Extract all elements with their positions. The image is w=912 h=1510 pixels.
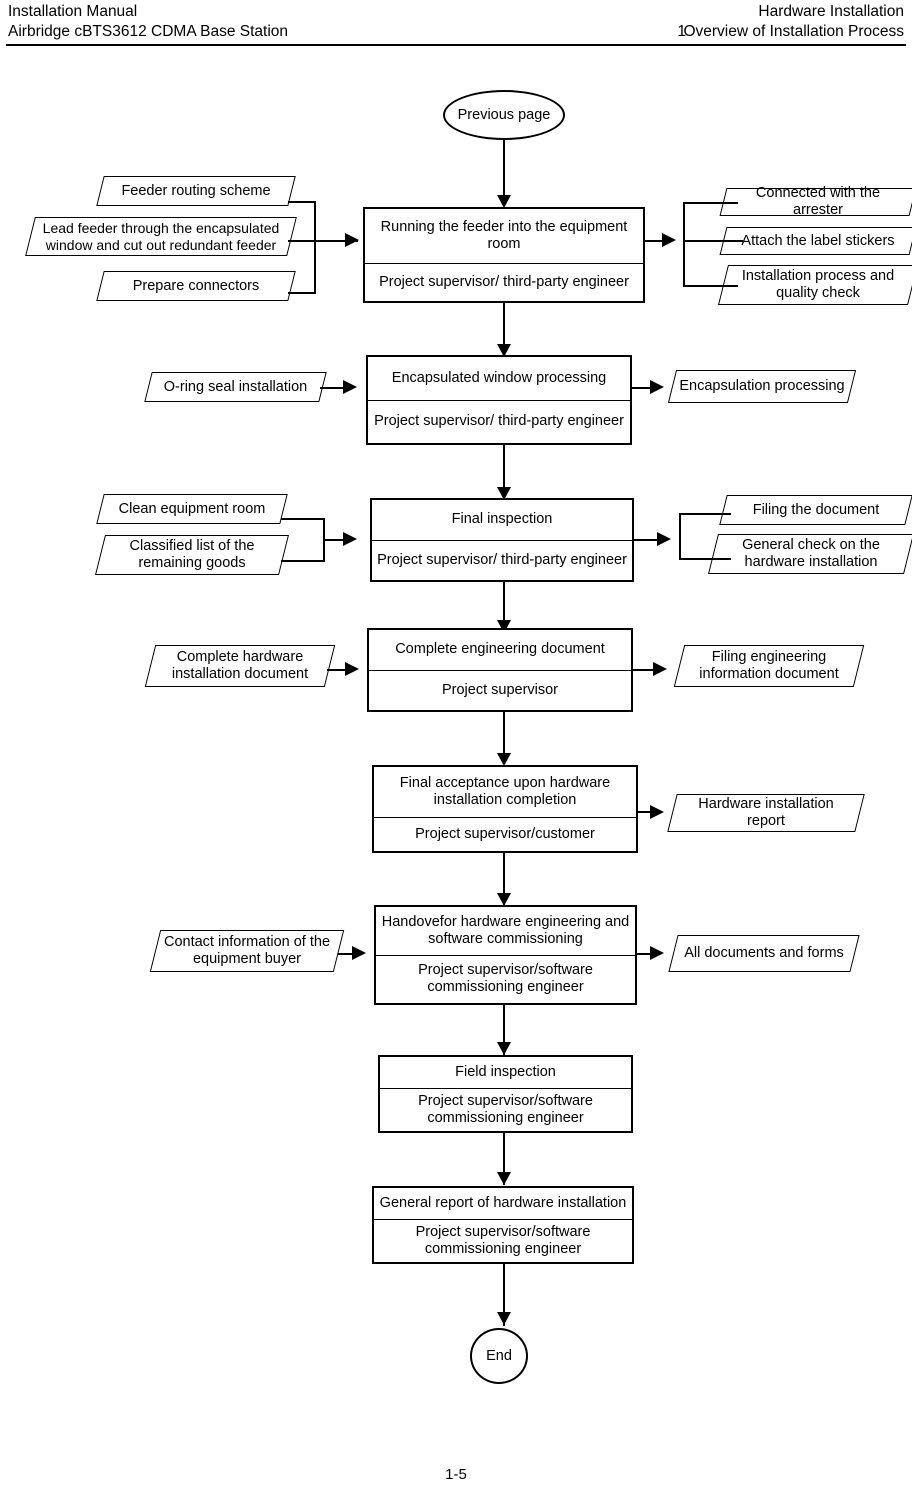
- arrowhead-inputs-to-step3: [343, 532, 357, 546]
- process-role: Project supervisor: [441, 681, 559, 698]
- process-title: Final inspection: [372, 500, 632, 541]
- process-title: Encapsulated window processing: [368, 357, 630, 401]
- process-title: Complete engineering document: [369, 630, 631, 671]
- process-field-inspection: Field inspection Project supervisor/soft…: [378, 1055, 633, 1133]
- arrowhead-inputs-to-step1: [345, 233, 359, 247]
- process-title: Running the feeder into the equipment ro…: [365, 209, 643, 265]
- arrowhead-step3-to-outputs: [657, 532, 671, 546]
- flow-end-terminator: End: [470, 1328, 528, 1384]
- connector-bus-to-step3: [323, 539, 345, 541]
- arrowhead-step4-to-output: [653, 662, 667, 676]
- input-classified-list-remaining-goods: Classified list of the remaining goods: [95, 535, 289, 575]
- output-filing-engineering-information-document: Filing engineering information document: [673, 645, 865, 687]
- process-role: Project supervisor/software commissionin…: [418, 962, 593, 996]
- process-title: Field inspection: [380, 1057, 631, 1089]
- flow-end-label: End: [486, 1347, 512, 1364]
- process-running-feeder: Running the feeder into the equipment ro…: [363, 207, 645, 303]
- input-complete-hardware-installation-document: Complete hardware installation document: [144, 645, 336, 687]
- output-encapsulation-processing: Encapsulation processing: [667, 370, 857, 403]
- connector-out1: [683, 202, 738, 204]
- arrowhead-step5-to-output: [650, 805, 664, 819]
- process-role: Project supervisor/ third-party engineer: [377, 551, 627, 568]
- process-complete-engineering-document: Complete engineering document Project su…: [367, 628, 633, 712]
- connector-out3: [683, 285, 738, 287]
- output-all-documents-and-forms: All documents and forms: [668, 935, 860, 972]
- input-contact-information-equipment-buyer: Contact information of the equipment buy…: [149, 930, 345, 972]
- process-title: General report of hardware installation: [374, 1188, 632, 1220]
- connector-in1-step3: [281, 518, 325, 520]
- arrowhead-step6-to-step7: [497, 1042, 511, 1055]
- output-filing-the-document: Filing the document: [719, 495, 912, 525]
- output-installation-quality-check: Installation process and quality check: [718, 265, 912, 305]
- flow-start-label: Previous page: [457, 106, 551, 123]
- page-footer: 1-5: [0, 1466, 912, 1483]
- process-encapsulated-window: Encapsulated window processing Project s…: [366, 355, 632, 445]
- input-o-ring-seal-installation: O-ring seal installation: [144, 372, 327, 402]
- process-role: Project supervisor/software commissionin…: [418, 1092, 593, 1126]
- process-title: Final acceptance upon hardware installat…: [374, 767, 636, 819]
- process-role: Project supervisor/ third-party engineer: [379, 273, 629, 290]
- output-attach-label-stickers: Attach the label stickers: [719, 227, 912, 255]
- process-final-acceptance: Final acceptance upon hardware installat…: [372, 765, 638, 853]
- input-clean-equipment-room: Clean equipment room: [96, 494, 288, 524]
- process-final-inspection: Final inspection Project supervisor/ thi…: [370, 498, 634, 582]
- arrowhead-input-to-step2: [343, 380, 357, 394]
- arrowhead-step7-to-step8: [497, 1172, 511, 1185]
- connector-output-bus-step3: [679, 513, 681, 560]
- arrowhead-input-to-step4: [345, 662, 359, 676]
- process-title: Handovefor hardware engineering and soft…: [376, 907, 635, 956]
- process-role: Project supervisor/ third-party engineer: [374, 413, 624, 430]
- input-lead-feeder: Lead feeder through the encapsulated win…: [25, 217, 297, 256]
- output-hardware-installation-report: Hardware installation report: [667, 794, 865, 832]
- output-connected-arrester: Connected with the arrester: [719, 185, 912, 218]
- flow-start-terminator: Previous page: [443, 90, 565, 140]
- arrowhead-step2-to-output: [650, 380, 664, 394]
- connector-in2-step3: [281, 560, 325, 562]
- arrowhead-step8-to-end: [497, 1312, 511, 1325]
- process-role: Project supervisor/customer: [415, 825, 595, 842]
- process-handover: Handovefor hardware engineering and soft…: [374, 905, 637, 1005]
- arrowhead-step6-to-output: [650, 946, 664, 960]
- input-prepare-connectors: Prepare connectors: [96, 271, 296, 301]
- connector-out1-step3: [679, 513, 731, 515]
- page-number: 1-5: [445, 1466, 467, 1483]
- process-role: Project supervisor/software commissionin…: [415, 1223, 591, 1257]
- connector-input-bus: [314, 201, 316, 294]
- arrowhead-input-to-step6: [352, 946, 366, 960]
- connector-out2-step3: [679, 558, 731, 560]
- process-general-report: General report of hardware installation …: [372, 1186, 634, 1264]
- connector-in3: [288, 292, 316, 294]
- connector-in1: [288, 201, 316, 203]
- input-feeder-routing-scheme: Feeder routing scheme: [96, 176, 296, 206]
- installation-process-flowchart: Previous page Running the feeder into th…: [0, 0, 912, 1510]
- connector-output-bus: [683, 202, 685, 287]
- arrowhead-step1-to-outputs: [662, 233, 676, 247]
- connector-start-to-step1: [503, 140, 505, 200]
- output-general-check-hardware: General check on the hardware installati…: [708, 534, 912, 574]
- connector-out2: [683, 240, 743, 242]
